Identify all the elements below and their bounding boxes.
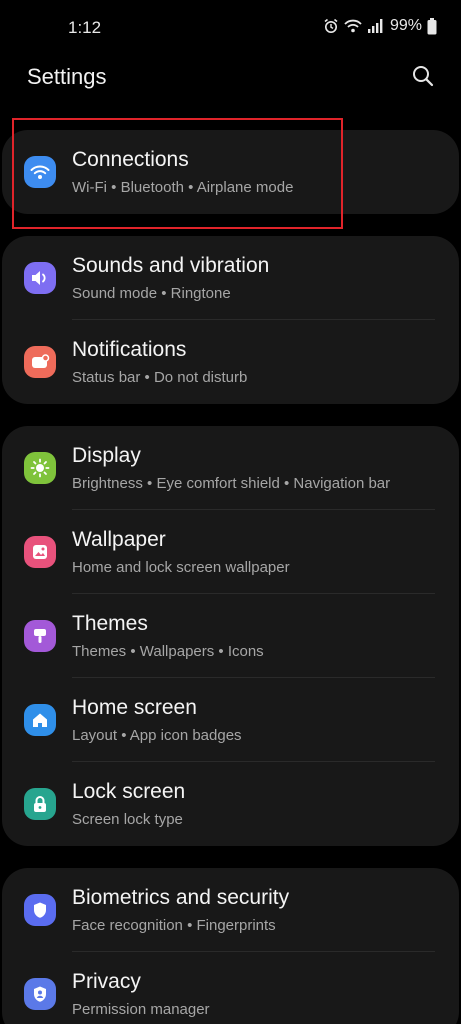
settings-group-connections: Connections Wi-Fi • Bluetooth • Airplane… bbox=[2, 130, 459, 214]
settings-group-security: Biometrics and security Face recognition… bbox=[2, 868, 459, 1024]
wallpaper-icon bbox=[24, 536, 56, 568]
battery-percent: 99% bbox=[389, 17, 422, 34]
brush-icon bbox=[24, 620, 56, 652]
item-title: Notifications bbox=[72, 338, 187, 361]
speaker-icon bbox=[24, 262, 56, 294]
settings-item-display[interactable]: Display Brightness • Eye comfort shield … bbox=[2, 426, 459, 510]
status-time: 1:12 bbox=[68, 18, 102, 37]
settings-item-notifications[interactable]: Notifications Status bar • Do not distur… bbox=[2, 320, 459, 404]
item-title: Lock screen bbox=[72, 780, 186, 803]
status-bar: 1:12 99% bbox=[0, 0, 461, 58]
alarm-icon bbox=[323, 18, 339, 34]
item-subtitle: Layout • App icon badges bbox=[72, 727, 242, 744]
status-icons: 99% bbox=[323, 17, 437, 35]
item-title: Home screen bbox=[72, 696, 197, 719]
item-subtitle: Permission manager bbox=[72, 1001, 210, 1018]
item-subtitle: Wi-Fi • Bluetooth • Airplane mode bbox=[72, 179, 294, 196]
page-title: Settings bbox=[27, 64, 107, 89]
lock-icon bbox=[24, 788, 56, 820]
item-subtitle: Themes • Wallpapers • Icons bbox=[72, 643, 264, 660]
item-subtitle: Sound mode • Ringtone bbox=[72, 285, 231, 302]
wifi-icon bbox=[24, 156, 56, 188]
search-icon bbox=[413, 66, 434, 87]
header: Settings bbox=[0, 58, 461, 122]
item-subtitle: Home and lock screen wallpaper bbox=[72, 559, 290, 576]
item-title: Themes bbox=[72, 612, 148, 635]
item-title: Biometrics and security bbox=[72, 886, 290, 909]
sun-icon bbox=[24, 452, 56, 484]
item-title: Display bbox=[72, 444, 141, 467]
item-subtitle: Status bar • Do not disturb bbox=[72, 369, 248, 386]
settings-group-sounds: Sounds and vibration Sound mode • Ringto… bbox=[2, 236, 459, 404]
settings-group-display: Display Brightness • Eye comfort shield … bbox=[2, 426, 459, 846]
home-icon bbox=[24, 704, 56, 736]
battery-icon bbox=[427, 17, 437, 35]
shield-icon bbox=[24, 894, 56, 926]
item-subtitle: Screen lock type bbox=[72, 811, 183, 828]
item-title: Privacy bbox=[72, 970, 141, 993]
settings-item-home-screen[interactable]: Home screen Layout • App icon badges bbox=[2, 678, 459, 762]
item-subtitle: Face recognition • Fingerprints bbox=[72, 917, 276, 934]
settings-item-biometrics[interactable]: Biometrics and security Face recognition… bbox=[2, 868, 459, 952]
item-subtitle: Brightness • Eye comfort shield • Naviga… bbox=[72, 475, 391, 492]
settings-item-privacy[interactable]: Privacy Permission manager bbox=[2, 952, 459, 1024]
search-button[interactable] bbox=[411, 64, 437, 90]
wifi-signal-icon bbox=[344, 18, 362, 34]
privacy-icon bbox=[24, 978, 56, 1010]
settings-item-themes[interactable]: Themes Themes • Wallpapers • Icons bbox=[2, 594, 459, 678]
settings-item-lock-screen[interactable]: Lock screen Screen lock type bbox=[2, 762, 459, 846]
settings-item-sounds[interactable]: Sounds and vibration Sound mode • Ringto… bbox=[2, 236, 459, 320]
item-title: Connections bbox=[72, 148, 189, 171]
settings-item-wallpaper[interactable]: Wallpaper Home and lock screen wallpaper bbox=[2, 510, 459, 594]
cell-signal-icon bbox=[367, 18, 383, 34]
settings-item-connections[interactable]: Connections Wi-Fi • Bluetooth • Airplane… bbox=[2, 130, 459, 214]
notification-icon bbox=[24, 346, 56, 378]
item-title: Wallpaper bbox=[72, 528, 166, 551]
item-title: Sounds and vibration bbox=[72, 254, 270, 277]
